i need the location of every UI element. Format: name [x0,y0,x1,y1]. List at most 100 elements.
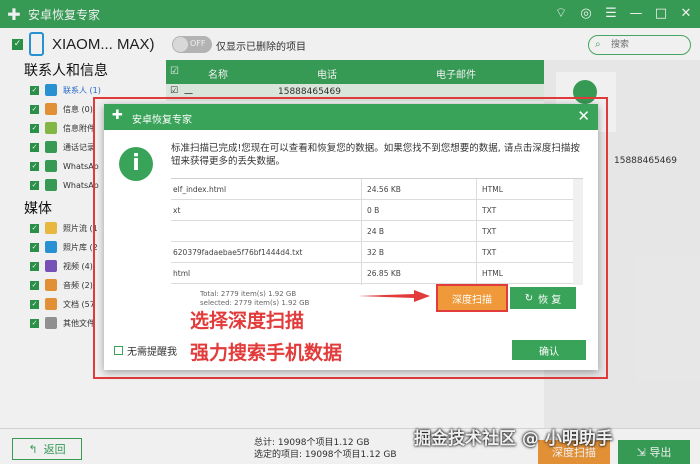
device-checkbox[interactable]: ✓ [12,39,23,50]
category-checkbox[interactable]: ✓ [30,161,39,171]
sidebar-item-label: 视频 (4) [63,261,93,271]
file-size: 0 B [367,206,380,215]
wa-icon [45,179,57,191]
no-remind-label: 无需提醒我 [127,347,177,358]
sidebar-item-media-doc[interactable]: ✓ 文档 (57 [30,297,95,311]
sidebar-item-contact-wa[interactable]: ✓ WhatsAp [30,159,99,173]
dialog-close-icon[interactable]: ✕ [577,107,590,125]
watermark: 掘金技术社区 @ 小明助手 [414,429,613,449]
file-row[interactable]: 24 B TXT [171,221,583,242]
sidebar-item-contact-wa[interactable]: ✓ WhatsAp [30,178,99,192]
category-checkbox[interactable]: ✓ [30,223,39,233]
msg-icon [45,103,57,115]
sidebar-item-contact-msg[interactable]: ✓ 信息 (0) [30,102,93,116]
file-table-scrollbar[interactable] [573,179,583,285]
file-row[interactable]: html 26.85 KB HTML [171,263,583,284]
column-header-phone[interactable]: 电话 [317,66,337,81]
dialog-title-bar: ✚ 安卓恢复专家 ✕ [104,104,598,130]
category-checkbox[interactable]: ✓ [30,180,39,190]
file-row[interactable]: xt 0 B TXT [171,200,583,221]
phone-icon [45,141,57,153]
sidebar-item-contact-clip[interactable]: ✓ 信息附件 [30,121,95,135]
sidebar-item-media-img[interactable]: ✓ 照片库 (2 [30,240,98,254]
category-checkbox[interactable]: ✓ [30,261,39,271]
deleted-only-label: 仅显示已删除的项目 [216,42,306,53]
sidebar-item-media-audio[interactable]: ✓ 音频 (2) [30,278,93,292]
deleted-only-toggle[interactable]: OFF [172,36,212,53]
doc-icon [45,298,57,310]
file-size: 24 B [367,227,385,236]
export-button[interactable]: ⇲ 导出 [618,440,690,464]
sidebar-item-label: 通话记录 [63,142,95,152]
file-type: TXT [482,206,497,215]
contacts-section-title: 联系人和信息 [24,63,108,79]
recover-button-label: 恢 复 [538,294,562,306]
wifi-icon[interactable]: ⌔ [553,5,569,23]
dialog-logo-icon: ✚ [112,108,123,123]
scan-complete-dialog: ✚ 安卓恢复专家 ✕ i 标准扫描已完成!您现在可以查看和恢复您的数据。如果您找… [104,104,598,370]
file-type: TXT [482,248,497,257]
person-icon [45,84,57,96]
search-input[interactable] [611,38,687,52]
sidebar-item-media-star[interactable]: ✓ 照片流 (1 [30,221,98,235]
column-divider [476,179,477,285]
audio-icon [45,279,57,291]
category-checkbox[interactable]: ✓ [30,85,39,95]
category-checkbox[interactable]: ✓ [30,142,39,152]
file-type: TXT [482,227,497,236]
file-name: elf_index.html [173,185,227,194]
feedback-icon[interactable]: ◎ [578,5,594,23]
no-remind-option[interactable]: 无需提醒我 [114,343,177,358]
maximize-icon[interactable]: □ [653,5,669,23]
other-icon [45,317,57,329]
sidebar-item-label: 信息 (0) [63,104,93,114]
category-checkbox[interactable]: ✓ [30,280,39,290]
video-icon [45,260,57,272]
sidebar-item-contact-person[interactable]: ✓ 联系人 (1) [30,83,101,97]
deep-scan-button[interactable]: 深度扫描 [436,284,508,312]
total-stats: 总计: 19098个项目1.12 GB 选定的项目: 19098个项目1.12 … [254,437,397,461]
row-checkbox[interactable]: ☑ [170,86,178,96]
file-size: 24.56 KB [367,185,401,194]
menu-icon[interactable]: ☰ [603,5,619,23]
category-checkbox[interactable]: ✓ [30,299,39,309]
recover-icon: ↻ [524,292,534,304]
file-type: HTML [482,185,503,194]
confirm-button[interactable]: 确认 [512,340,586,360]
file-size: 26.85 KB [367,269,401,278]
selected-count: 选定的项目: 19098个项目1.12 GB [254,450,397,460]
file-row[interactable]: elf_index.html 24.56 KB HTML [171,179,583,200]
search-box[interactable]: ⌕ [588,35,691,55]
back-button[interactable]: ↰ 返回 [12,438,82,460]
minimize-icon[interactable]: — [628,5,644,23]
sidebar-item-media-video[interactable]: ✓ 视频 (4) [30,259,93,273]
sidebar-item-contact-phone[interactable]: ✓ 通话记录 [30,140,95,154]
category-checkbox[interactable]: ✓ [30,104,39,114]
img-icon [45,241,57,253]
sidebar-item-media-other[interactable]: ✓ 其他文件 [30,316,95,330]
toggle-knob [173,37,188,52]
back-arrow-icon: ↰ [28,442,38,456]
category-checkbox[interactable]: ✓ [30,242,39,252]
sidebar-item-label: 其他文件 [63,318,95,328]
search-icon: ⌕ [595,39,601,50]
media-section-title: 媒体 [24,201,52,217]
close-icon[interactable]: ✕ [678,5,694,23]
sidebar-item-label: 文档 (57 [63,299,95,309]
no-remind-checkbox[interactable] [114,346,123,355]
category-checkbox[interactable]: ✓ [30,318,39,328]
column-header-email[interactable]: 电子邮件 [436,66,476,81]
clip-icon [45,122,57,134]
annotation-line-1: 选择深度扫描 [190,310,305,332]
file-row[interactable]: 620379fadaebae5f76bf1444d4.txt 32 B TXT [171,242,583,263]
recover-button[interactable]: ↻ 恢 复 [510,287,576,309]
select-all-checkbox[interactable]: ☑ [170,66,179,77]
dialog-total: Total: 2779 item(s) 1.92 GB [200,290,297,298]
column-header-name[interactable]: 名称 [208,66,228,81]
detail-phone: 15888465469 [614,156,677,166]
back-button-label: 返回 [43,443,66,456]
toggle-state-label: OFF [190,39,206,48]
category-checkbox[interactable]: ✓ [30,123,39,133]
column-divider [361,179,362,285]
wa-icon [45,160,57,172]
